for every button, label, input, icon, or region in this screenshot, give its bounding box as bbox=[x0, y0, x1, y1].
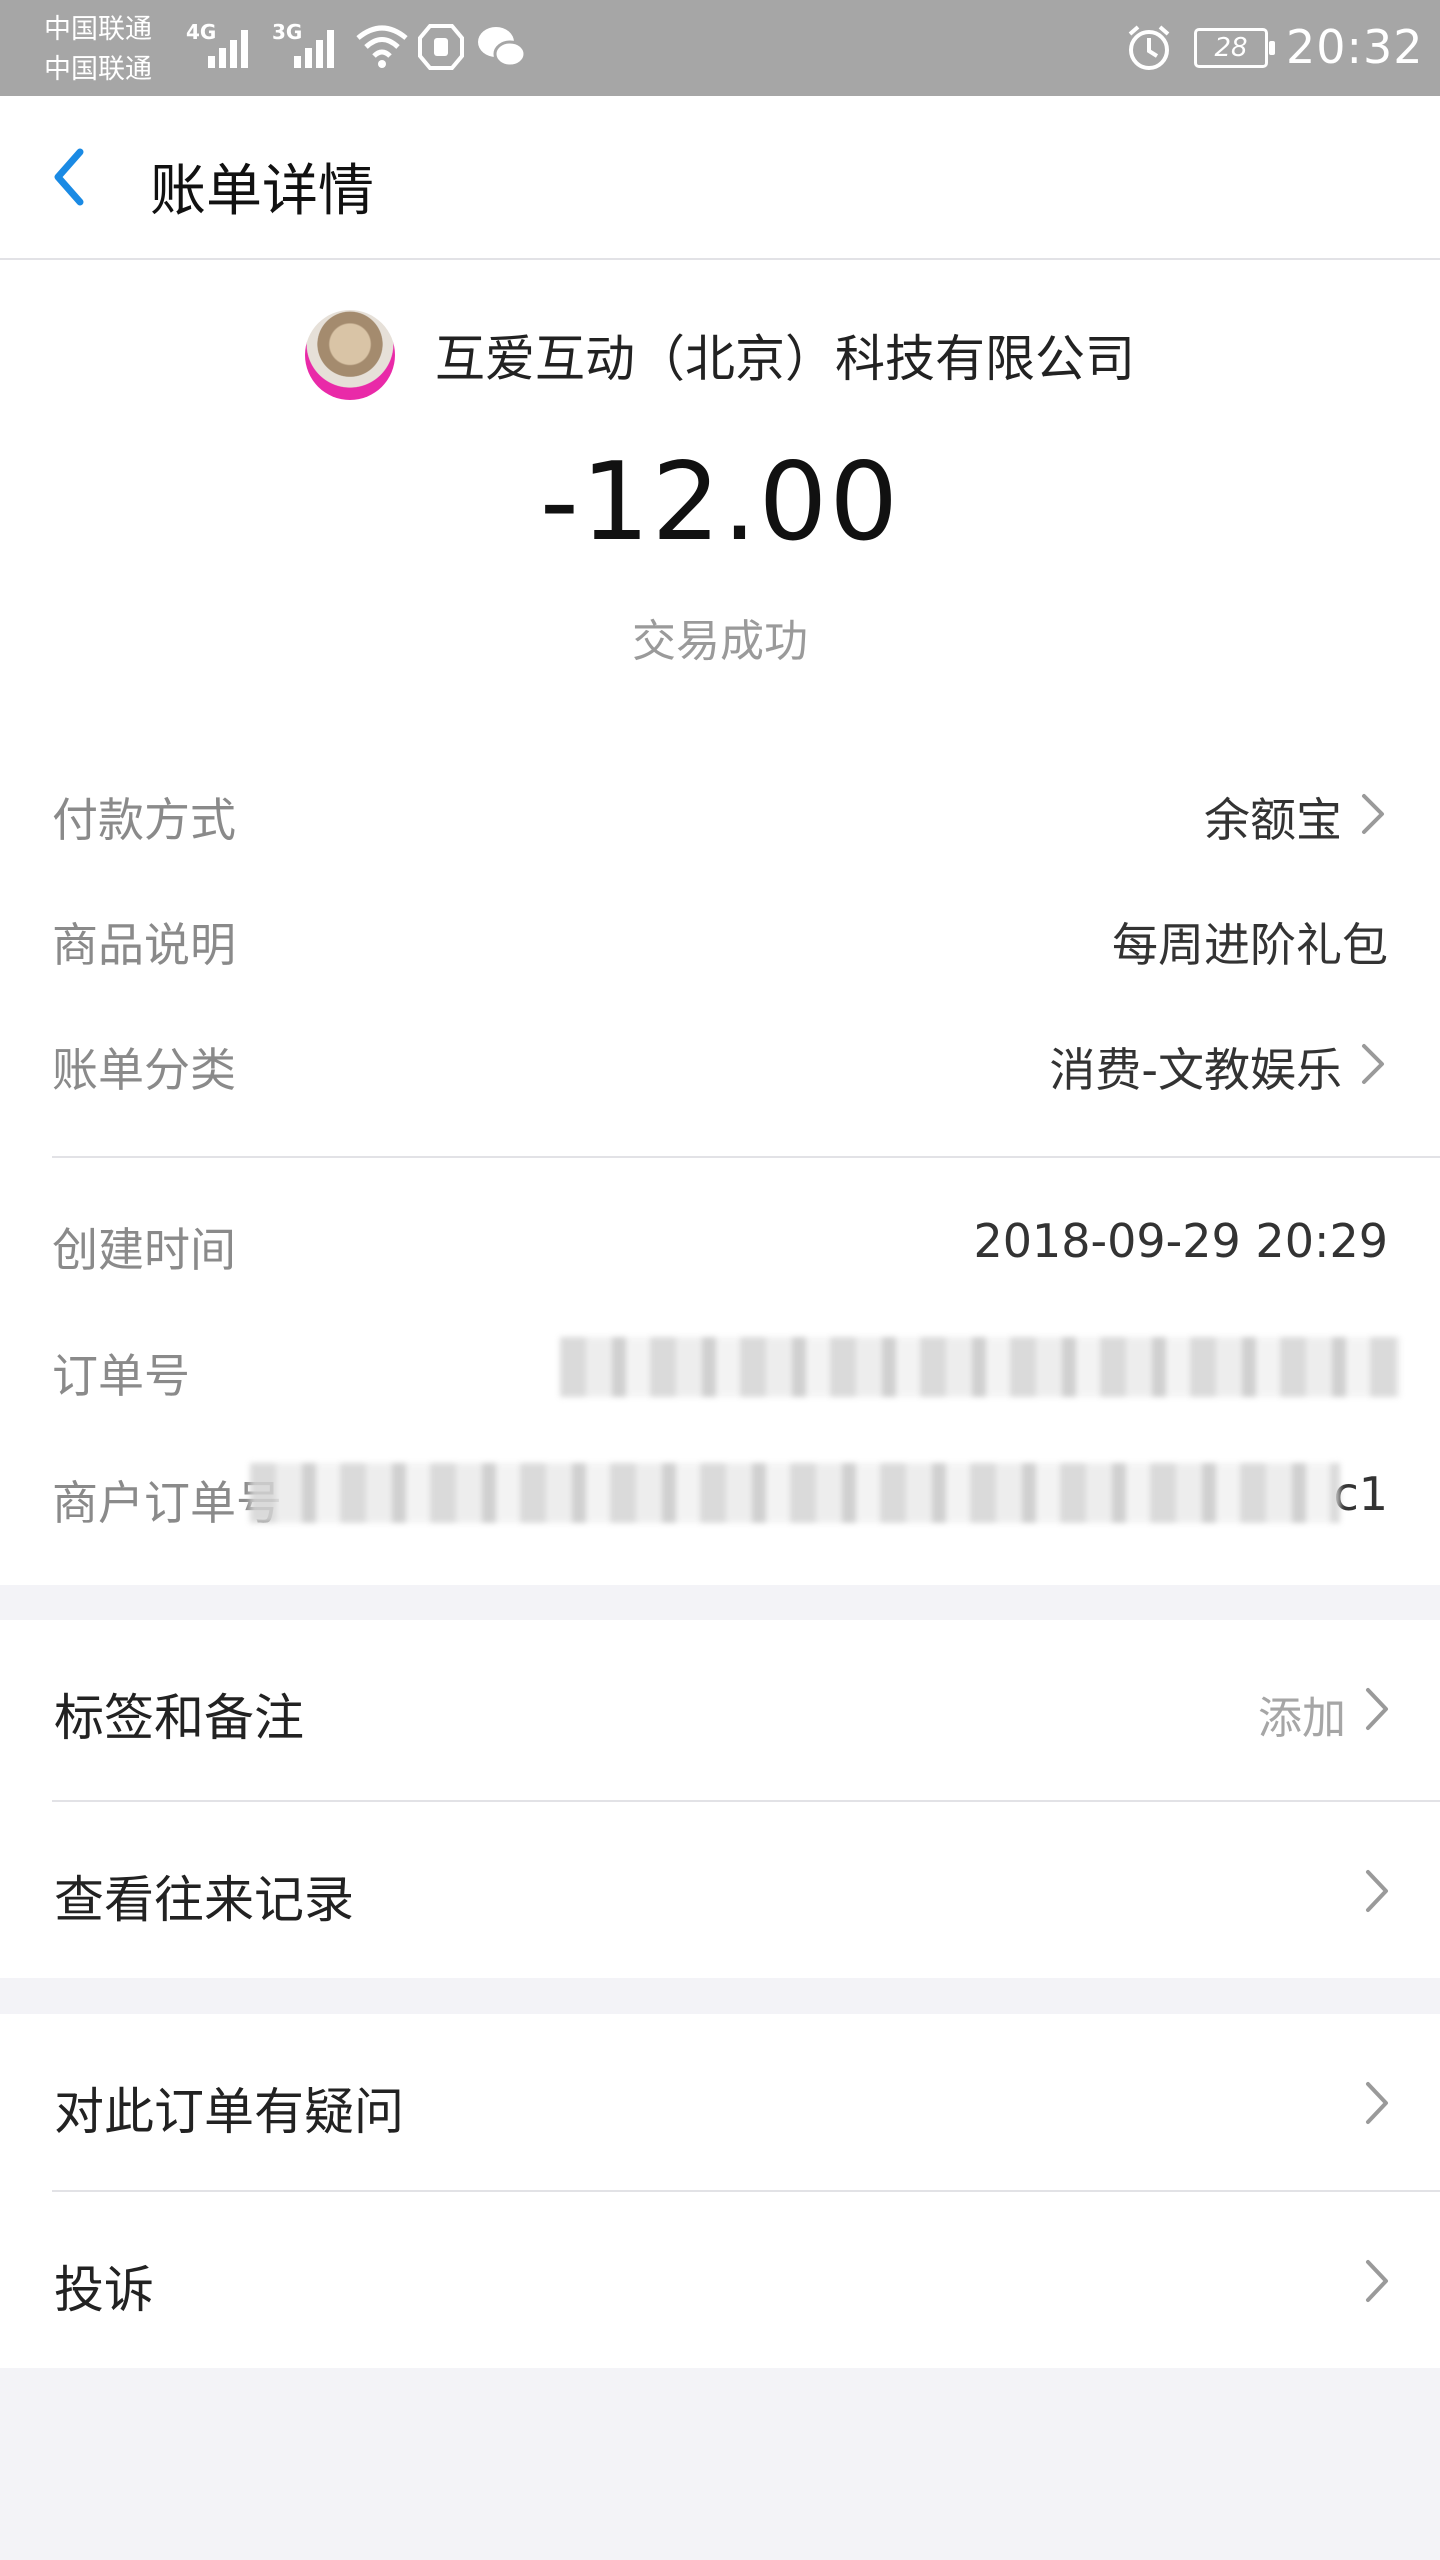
detail-label: 创建时间 bbox=[52, 1223, 236, 1277]
order-question-row[interactable]: 对此订单有疑问 bbox=[0, 2014, 1440, 2190]
bill-category-row[interactable]: 账单分类 消费-文教娱乐 bbox=[52, 1020, 1388, 1100]
bill-summary: 互爱互动（北京）科技有限公司 -12.00 交易成功 付款方式 余额宝 商品说明… bbox=[0, 260, 1440, 1585]
detail-label: 商品说明 bbox=[52, 918, 236, 972]
transaction-amount: -12.00 bbox=[539, 440, 901, 565]
chevron-right-icon bbox=[1366, 2260, 1388, 2302]
detail-value: 消费-文教娱乐 bbox=[1049, 1043, 1342, 1097]
complaint-row[interactable]: 投诉 bbox=[0, 2192, 1440, 2368]
redacted-order-number bbox=[560, 1337, 1400, 1397]
transaction-status: 交易成功 bbox=[632, 616, 808, 667]
tags-and-notes-row[interactable]: 标签和备注 添加 bbox=[0, 1620, 1440, 1796]
merchant-name: 互爱互动（北京）科技有限公司 bbox=[435, 330, 1135, 388]
detail-value: c1 bbox=[1333, 1467, 1388, 1521]
signal-icon bbox=[294, 30, 334, 68]
view-history-row[interactable]: 查看往来记录 bbox=[0, 1802, 1440, 1978]
detail-label: 商户订单号 bbox=[52, 1476, 282, 1530]
status-time: 20:32 bbox=[1286, 20, 1424, 74]
action-label: 对此订单有疑问 bbox=[54, 2083, 404, 2141]
chevron-right-icon bbox=[1362, 794, 1384, 834]
carrier-2: 中国联通 bbox=[44, 54, 152, 85]
chevron-right-icon bbox=[1362, 1044, 1384, 1084]
add-hint: 添加 bbox=[1258, 1693, 1346, 1744]
action-group-1: 标签和备注 添加 查看往来记录 bbox=[0, 1620, 1440, 1978]
chevron-right-icon bbox=[1366, 2082, 1388, 2124]
carrier-1: 中国联通 bbox=[44, 14, 152, 45]
product-description-row: 商品说明 每周进阶礼包 bbox=[52, 895, 1388, 975]
redacted-merchant-order-number bbox=[250, 1463, 1340, 1523]
created-time-row: 创建时间 2018-09-29 20:29 bbox=[52, 1200, 1388, 1280]
divider bbox=[52, 1156, 1440, 1158]
shield-icon bbox=[418, 24, 464, 70]
merchant-avatar bbox=[305, 310, 395, 400]
page-title: 账单详情 bbox=[150, 159, 374, 224]
action-label: 查看往来记录 bbox=[54, 1871, 354, 1929]
alarm-icon bbox=[1128, 25, 1170, 70]
battery-icon: 28 bbox=[1194, 28, 1275, 68]
status-bar: 中国联通 中国联通 4G 3G 28 20:32 bbox=[0, 0, 1440, 96]
detail-value: 余额宝 bbox=[1204, 793, 1342, 847]
detail-label: 账单分类 bbox=[52, 1043, 236, 1097]
action-label: 投诉 bbox=[54, 2261, 154, 2319]
chevron-right-icon bbox=[1366, 1870, 1388, 1912]
signal-icon bbox=[208, 30, 248, 68]
payment-method-row[interactable]: 付款方式 余额宝 bbox=[52, 770, 1388, 850]
battery-level: 28 bbox=[1214, 33, 1248, 63]
detail-label: 订单号 bbox=[52, 1349, 190, 1403]
carrier-info: 中国联通 中国联通 bbox=[44, 10, 152, 90]
merchant-row: 互爱互动（北京）科技有限公司 bbox=[0, 310, 1440, 402]
chevron-right-icon bbox=[1366, 1688, 1388, 1730]
nav-bar: 账单详情 bbox=[0, 96, 1440, 260]
wechat-icon bbox=[478, 27, 526, 68]
detail-value: 2018-09-29 20:29 bbox=[973, 1214, 1388, 1268]
action-group-2: 对此订单有疑问 投诉 bbox=[0, 2014, 1440, 2368]
action-label: 标签和备注 bbox=[54, 1689, 304, 1747]
detail-value: 每周进阶礼包 bbox=[1112, 918, 1388, 972]
wifi-icon bbox=[356, 25, 408, 68]
detail-label: 付款方式 bbox=[52, 793, 236, 847]
back-arrow-icon[interactable] bbox=[40, 142, 110, 212]
